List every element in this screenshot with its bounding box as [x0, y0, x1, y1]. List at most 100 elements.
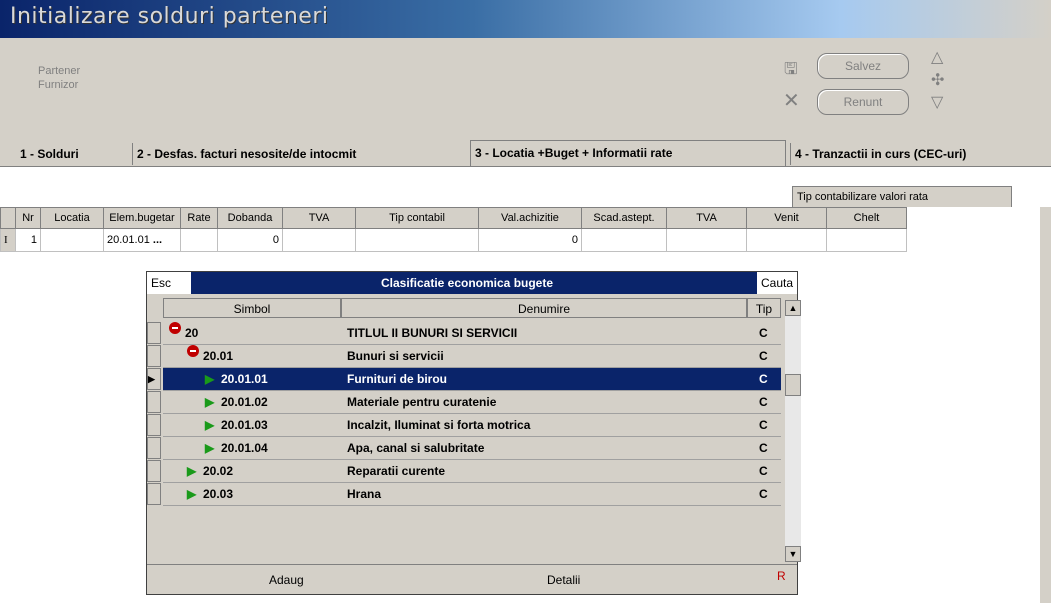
play-icon[interactable]: ▶ — [205, 414, 214, 436]
scroll-down-icon[interactable]: ▼ — [785, 546, 801, 562]
r-button[interactable]: R — [777, 569, 786, 583]
col-denumire[interactable]: Denumire — [341, 298, 747, 318]
grid-scrollbar[interactable] — [1040, 207, 1051, 603]
play-icon[interactable]: ▶ — [205, 391, 214, 413]
group-header: Tip contabilizare valori rata — [792, 186, 1012, 207]
data-grid: Nr Locatia Elem.bugetar Rate Dobanda TVA… — [0, 207, 907, 252]
tip-value: C — [759, 349, 768, 363]
list-item[interactable]: ▶ 20.01.03 Incalzit, Iluminat si forta mot… — [147, 414, 781, 437]
play-icon[interactable]: ▶ — [205, 368, 214, 390]
save-button[interactable]: Salvez — [817, 53, 909, 79]
tip-value: C — [759, 464, 768, 478]
list-item[interactable]: 20 TITLUL II BUNURI SI SERVICII C — [147, 322, 781, 345]
col-tva[interactable]: TVA — [282, 207, 356, 229]
col-elem-bugetar[interactable]: Elem.bugetar — [103, 207, 181, 229]
cancel-button[interactable]: Renunt — [817, 89, 909, 115]
cell-tip-contabil[interactable] — [355, 228, 479, 252]
row-selector[interactable] — [147, 414, 161, 436]
cell-scad-astept[interactable] — [581, 228, 667, 252]
list-item[interactable]: ▶ 20.01.04 Apa, canal si salubritate C — [147, 437, 781, 460]
save-disk-icon: 🖫 — [784, 61, 798, 78]
denumire-value: Bunuri si servicii — [347, 349, 444, 363]
tab-bar: 1 - Solduri 2 - Desfas. facturi nesosite… — [0, 140, 1051, 168]
popup-title: Clasificatie economica bugete — [380, 276, 554, 290]
simbol-value: 20.01.04 — [221, 441, 268, 455]
grid-header-row: Nr Locatia Elem.bugetar Rate Dobanda TVA… — [0, 207, 907, 229]
list-item[interactable]: ▶ ▶ 20.01.01 Furnituri de birou C — [147, 368, 781, 391]
tab-tranzactii[interactable]: 4 - Tranzactii in curs (CEC-uri) — [790, 143, 1050, 165]
tab-solduri[interactable]: 1 - Solduri — [16, 143, 120, 165]
col-nr[interactable]: Nr — [15, 207, 41, 229]
arrow-up-icon[interactable]: △ — [931, 47, 943, 67]
esc-label: Esc — [151, 276, 172, 290]
tab-locatia-buget[interactable]: 3 - Locatia +Buget + Informatii rate — [470, 140, 786, 168]
list-item[interactable]: 20.01 Bunuri si servicii C — [147, 345, 781, 368]
denumire-value: Apa, canal si salubritate — [347, 441, 485, 455]
col-tip[interactable]: Tip — [747, 298, 781, 318]
partner-label: Partener — [38, 65, 81, 77]
tab-facturi[interactable]: 2 - Desfas. facturi nesosite/de intocmit — [132, 143, 457, 165]
list-item[interactable]: ▶ 20.01.02 Materiale pentru curatenie C — [147, 391, 781, 414]
row-selector[interactable] — [147, 345, 161, 367]
play-icon[interactable]: ▶ — [187, 460, 196, 482]
col-dobanda[interactable]: Dobanda — [217, 207, 283, 229]
row-selector[interactable]: ▶ — [147, 368, 161, 390]
plus-icon[interactable]: ✣ — [931, 70, 944, 90]
tip-value: C — [759, 372, 768, 386]
details-label: Detalii — [547, 573, 581, 587]
ellipsis-button[interactable]: ... — [153, 234, 162, 246]
row-selector[interactable] — [147, 483, 161, 505]
row-indicator: I — [0, 228, 16, 252]
col-simbol[interactable]: Simbol — [163, 298, 341, 318]
denumire-value: Materiale pentru curatenie — [347, 395, 497, 409]
row-selector[interactable] — [147, 322, 161, 344]
col-scad-astept[interactable]: Scad.astept. — [581, 207, 667, 229]
cell-tva-rata[interactable] — [666, 228, 747, 252]
simbol-value: 20.01.02 — [221, 395, 268, 409]
cell-nr[interactable]: 1 — [15, 228, 41, 252]
cell-tva[interactable] — [282, 228, 356, 252]
scroll-up-icon[interactable]: ▲ — [785, 300, 801, 316]
row-selector[interactable] — [147, 460, 161, 482]
arrow-down-icon[interactable]: ▽ — [931, 92, 943, 112]
simbol-value: 20.01.03 — [221, 418, 268, 432]
cell-rate[interactable] — [180, 228, 218, 252]
popup-scrollbar[interactable]: ▲ ▼ — [785, 300, 801, 562]
row-selector[interactable] — [147, 437, 161, 459]
denumire-value: Hrana — [347, 487, 382, 501]
tip-value: C — [759, 441, 768, 455]
row-selector[interactable] — [147, 391, 161, 413]
tip-value: C — [759, 326, 768, 340]
play-icon[interactable]: ▶ — [187, 483, 196, 505]
cancel-x-icon: ✕ — [783, 90, 800, 112]
window-title: Initializare solduri parteneri — [10, 4, 329, 29]
cell-val-achizitie[interactable]: 0 — [478, 228, 582, 252]
cell-venit[interactable] — [746, 228, 827, 252]
cell-locatia[interactable] — [40, 228, 104, 252]
esc-button[interactable]: Esc — [147, 272, 191, 294]
row-indicator-header — [0, 207, 16, 229]
col-tip-contabil[interactable]: Tip contabil — [355, 207, 479, 229]
scroll-thumb[interactable] — [785, 374, 801, 396]
simbol-value: 20.01.01 — [221, 372, 268, 386]
list-item[interactable]: ▶ 20.02 Reparatii curente C — [147, 460, 781, 483]
col-tva-rata[interactable]: TVA — [666, 207, 747, 229]
list-item[interactable]: ▶ 20.03 Hrana C — [147, 483, 781, 506]
denumire-value: TITLUL II BUNURI SI SERVICII — [347, 326, 518, 340]
denumire-value: Incalzit, Iluminat si forta motrica — [347, 418, 531, 432]
simbol-value: 20 — [185, 326, 199, 340]
cell-elem-bugetar[interactable]: 20.01.01 ... — [103, 228, 181, 252]
col-venit[interactable]: Venit — [746, 207, 827, 229]
play-icon[interactable]: ▶ — [205, 437, 214, 459]
col-locatia[interactable]: Locatia — [40, 207, 104, 229]
tip-value: C — [759, 418, 768, 432]
cell-dobanda[interactable]: 0 — [217, 228, 283, 252]
col-val-achizitie[interactable]: Val.achizitie — [478, 207, 582, 229]
table-row[interactable]: I 1 20.01.01 ... 0 0 — [0, 228, 907, 252]
search-button[interactable]: Cauta — [757, 272, 797, 294]
popup-footer: Adaug Detalii R — [147, 564, 797, 591]
add-label: Adaug — [269, 573, 304, 587]
cell-chelt[interactable] — [826, 228, 907, 252]
col-rate[interactable]: Rate — [180, 207, 218, 229]
col-chelt[interactable]: Chelt — [826, 207, 907, 229]
